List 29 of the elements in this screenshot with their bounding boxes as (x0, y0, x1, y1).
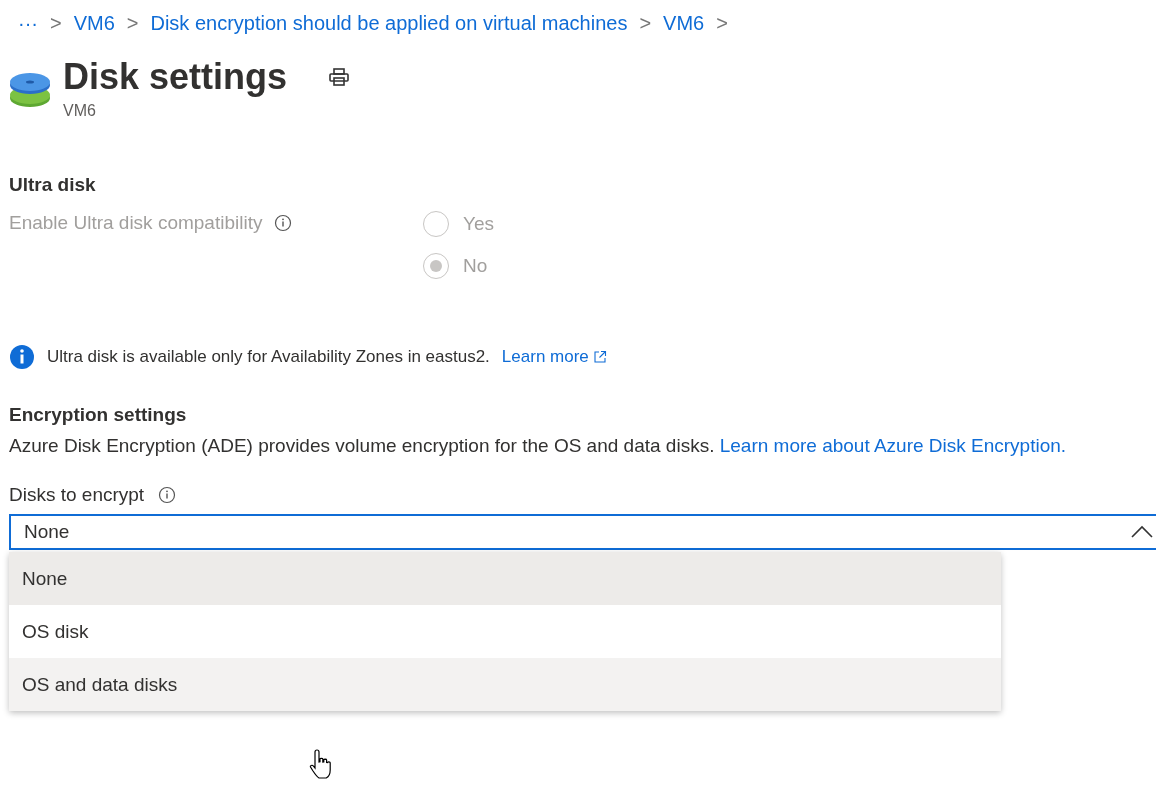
learn-more-link[interactable]: Learn more (501, 347, 607, 367)
field-label: Disks to encrypt (9, 484, 145, 506)
print-icon[interactable] (329, 68, 350, 86)
breadcrumb-link[interactable]: VM6 (73, 11, 115, 35)
breadcrumb-separator: > (716, 11, 728, 35)
breadcrumb-ellipsis[interactable]: ··· (18, 11, 38, 35)
chevron-icon (1131, 525, 1153, 539)
field-label: Enable Ultra disk compatibility (9, 212, 263, 234)
breadcrumb-link[interactable]: VM6 (663, 11, 705, 35)
external-link-icon (592, 350, 607, 364)
page-subtitle: VM6 (63, 102, 97, 120)
dropdown-option[interactable]: OS disk (9, 605, 1001, 658)
learn-more-link[interactable]: Learn more about Azure Disk Encryption. (719, 435, 1067, 456)
info-icon (158, 486, 177, 504)
section-description: Azure Disk Encryption (ADE) provides volume encryption for the OS and data disks. Learn more about Azure Disk Encryption. (9, 434, 1068, 458)
breadcrumb-separator: > (50, 11, 62, 35)
section-heading: Encryption settings (9, 404, 188, 426)
breadcrumb-separator: > (126, 11, 139, 35)
info-icon (274, 214, 293, 232)
dropdown-option[interactable]: None (9, 552, 1001, 605)
section-heading: Ultra disk (9, 174, 97, 196)
dropdown-field[interactable]: None (9, 514, 1156, 550)
breadcrumb-link[interactable]: Disk encryption should be applied on virtual machines (150, 11, 628, 35)
info-icon (9, 344, 35, 370)
info-message: Ultra disk is available only for Availability Zones in eastus2. (47, 347, 490, 367)
breadcrumb-separator: > (639, 11, 652, 35)
page-title: Disk settings (63, 55, 288, 99)
dropdown-option[interactable]: OS and data disks (9, 658, 1001, 711)
disk-stack-icon (9, 70, 51, 110)
